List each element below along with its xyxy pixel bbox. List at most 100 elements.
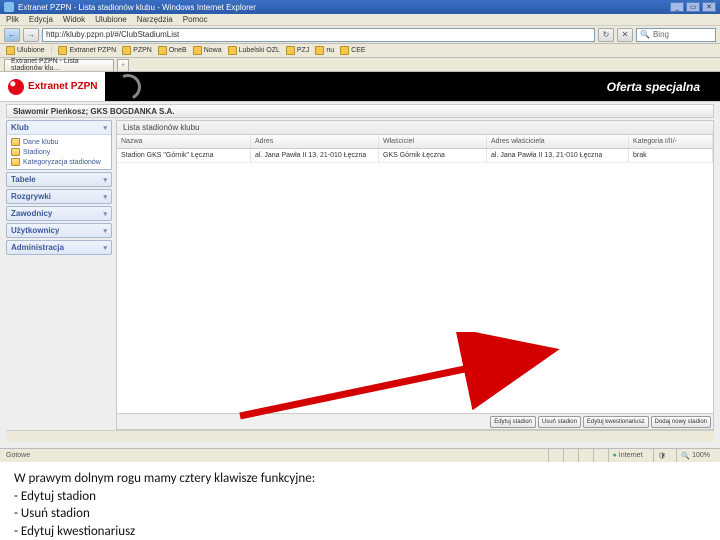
slide-caption: W prawym dolnym rogu mamy cztery klawisz…: [0, 462, 720, 540]
col-owner-address[interactable]: Adres właściciela: [487, 135, 629, 148]
chevron-down-icon: ▾: [103, 176, 107, 184]
fav-link-7[interactable]: CEE: [340, 46, 365, 55]
favorites-toolbar: Ulubione | Extranet PZPN PZPN OneB Nowa …: [0, 44, 720, 58]
menu-favorites[interactable]: Ulubione: [95, 15, 127, 24]
zoom-icon: 🔍: [681, 452, 690, 460]
menu-help[interactable]: Pomoc: [183, 15, 208, 24]
sidebar-item-categorization[interactable]: Kategoryzacja stadionów: [9, 157, 109, 167]
folder-icon: [11, 158, 20, 166]
sidebar-header-users[interactable]: Użytkownicy▾: [7, 224, 111, 237]
search-icon: 🔍: [640, 30, 650, 39]
grid-header: Nazwa Adres Właściciel Adres właściciela…: [117, 135, 713, 149]
sidebar-panel-users: Użytkownicy▾: [6, 223, 112, 238]
edit-questionnaire-button[interactable]: Edytuj kwestionariusz: [583, 416, 649, 428]
cell-owner-address: al. Jana Pawła II 13, 21-010 Łęczna: [487, 149, 629, 162]
brand-name: Extranet PZPN: [28, 81, 97, 92]
menu-view[interactable]: Widok: [63, 15, 85, 24]
add-stadium-button[interactable]: Dodaj nowy stadion: [651, 416, 711, 428]
menu-file[interactable]: Plik: [6, 15, 19, 24]
col-address[interactable]: Adres: [251, 135, 379, 148]
cell-name: Stadion GKS "Górnik" Łęczna: [117, 149, 251, 162]
window-title: Extranet PZPN - Lista stadionów klubu - …: [18, 3, 256, 12]
delete-stadium-button[interactable]: Usuń stadion: [538, 416, 581, 428]
stop-button[interactable]: ✕: [617, 28, 633, 42]
ie-favicon: [4, 2, 14, 12]
col-name[interactable]: Nazwa: [117, 135, 251, 148]
star-icon: [6, 46, 15, 55]
search-placeholder: Bing: [653, 30, 669, 39]
menu-tools[interactable]: Narzędzia: [137, 15, 173, 24]
folder-icon: [11, 138, 20, 146]
shield-icon: 🛡: [658, 452, 667, 460]
menu-edit[interactable]: Edycja: [29, 15, 53, 24]
caption-line-2: - Edytuj stadion: [14, 488, 706, 506]
fav-link-5[interactable]: PZJ: [286, 46, 309, 55]
zoom-level[interactable]: 🔍 100%: [676, 449, 714, 462]
sidebar: Klub ▾ Dane klubu Stadiony Kategoryzacja…: [6, 120, 112, 430]
user-info-bar: Sławomir Pieńkosz; GKS BOGDANKA S.A.: [6, 104, 714, 118]
status-text: Gotowe: [6, 452, 30, 459]
sidebar-panel-competitions: Rozgrywki▾: [6, 189, 112, 204]
chevron-down-icon: ▾: [103, 244, 107, 252]
url-field[interactable]: http://kluby.pzpn.pl/#/ClubStadiumList: [42, 28, 595, 42]
sidebar-panel-players: Zawodnicy▾: [6, 206, 112, 221]
forward-button[interactable]: →: [23, 28, 39, 42]
sidebar-header-admin[interactable]: Administracja▾: [7, 241, 111, 254]
tab-page[interactable]: Extranet PZPN - Lista stadionów klu…: [4, 59, 114, 71]
sidebar-header-club[interactable]: Klub ▾: [7, 121, 111, 134]
sidebar-header-tables[interactable]: Tabele▾: [7, 173, 111, 186]
close-button[interactable]: ✕: [702, 2, 716, 12]
back-button[interactable]: ←: [4, 28, 20, 42]
ad-banner[interactable]: Oferta specjalna: [105, 72, 720, 101]
fav-link-6[interactable]: nu: [315, 46, 334, 55]
col-owner[interactable]: Właściciel: [379, 135, 487, 148]
list-title: Lista stadionów klubu: [117, 121, 713, 135]
page-header: Extranet PZPN Oferta specjalna: [0, 72, 720, 102]
cell-owner: GKS Górnik Łęczna: [379, 149, 487, 162]
window-titlebar: Extranet PZPN - Lista stadionów klubu - …: [0, 0, 720, 14]
fav-link-1[interactable]: PZPN: [122, 46, 152, 55]
col-category[interactable]: Kategoria I/II/-: [629, 135, 713, 148]
new-tab-button[interactable]: +: [117, 59, 129, 71]
favorites-button[interactable]: Ulubione: [6, 46, 45, 55]
status-bar: Gotowe ● Internet 🛡 🔍 100%: [0, 448, 720, 462]
sidebar-panel-club: Klub ▾ Dane klubu Stadiony Kategoryzacja…: [6, 120, 112, 170]
grid-body: [117, 163, 713, 413]
caption-line-3: - Usuń stadion: [14, 505, 706, 523]
refresh-button[interactable]: ↻: [598, 28, 614, 42]
sidebar-header-competitions[interactable]: Rozgrywki▾: [7, 190, 111, 203]
table-row[interactable]: Stadion GKS "Górnik" Łęczna al. Jana Paw…: [117, 149, 713, 163]
menubar: Plik Edycja Widok Ulubione Narzędzia Pom…: [0, 14, 720, 26]
cell-category: brak: [629, 149, 713, 162]
cell-address: al. Jana Pawła II 13, 21-010 Łęczna: [251, 149, 379, 162]
protected-mode: 🛡: [653, 449, 671, 462]
chevron-down-icon: ▾: [103, 193, 107, 201]
sidebar-item-club-data[interactable]: Dane klubu: [9, 137, 109, 147]
fav-link-2[interactable]: OneB: [158, 46, 187, 55]
globe-icon: ●: [613, 452, 617, 459]
search-box[interactable]: 🔍 Bing: [636, 28, 716, 42]
maximize-button[interactable]: ▭: [686, 2, 700, 12]
caption-line-1: W prawym dolnym rogu mamy cztery klawisz…: [14, 470, 706, 488]
page-content: Extranet PZPN Oferta specjalna Sławomir …: [0, 72, 720, 448]
sidebar-panel-tables: Tabele▾: [6, 172, 112, 187]
zone-internet: ● Internet: [608, 449, 647, 462]
fav-link-0[interactable]: Extranet PZPN: [58, 46, 116, 55]
sidebar-item-stadiums[interactable]: Stadiony: [9, 147, 109, 157]
chevron-down-icon: ▾: [103, 124, 107, 132]
main-area: Lista stadionów klubu Nazwa Adres Właści…: [116, 120, 714, 430]
action-bar: Edytuj stadion Usuń stadion Edytuj kwest…: [117, 413, 713, 429]
pzpn-logo-icon: [8, 79, 24, 95]
fav-link-3[interactable]: Nowa: [193, 46, 222, 55]
chevron-down-icon: ▾: [103, 227, 107, 235]
horizontal-scrollbar[interactable]: [6, 430, 714, 442]
minimize-button[interactable]: _: [670, 2, 684, 12]
sidebar-header-players[interactable]: Zawodnicy▾: [7, 207, 111, 220]
address-bar: ← → http://kluby.pzpn.pl/#/ClubStadiumLi…: [0, 26, 720, 44]
folder-icon: [11, 148, 20, 156]
edit-stadium-button[interactable]: Edytuj stadion: [490, 416, 536, 428]
tab-bar: Extranet PZPN - Lista stadionów klu… +: [0, 58, 720, 72]
sidebar-panel-admin: Administracja▾: [6, 240, 112, 255]
stadium-list-card: Lista stadionów klubu Nazwa Adres Właści…: [116, 120, 714, 430]
fav-link-4[interactable]: Lubelski OZL: [228, 46, 280, 55]
